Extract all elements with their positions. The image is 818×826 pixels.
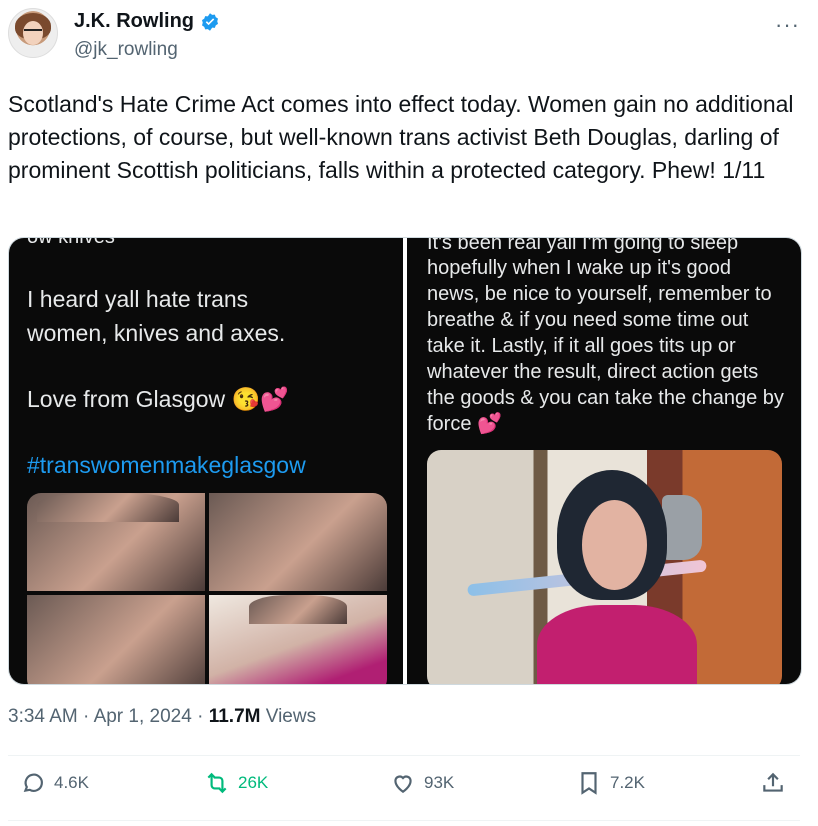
- reply-count: 4.6K: [54, 773, 89, 792]
- share-icon: [763, 772, 783, 792]
- left-line-2: women, knives and axes.: [27, 320, 286, 346]
- photo-cell: [27, 595, 205, 684]
- media-image-left[interactable]: ow knives I heard yall hate trans women,…: [9, 238, 403, 684]
- retweet-button[interactable]: 26K: [204, 770, 268, 796]
- author-handle[interactable]: @jk_rowling: [74, 39, 178, 61]
- divider: [8, 755, 800, 756]
- views-count: 11.7M: [208, 706, 261, 727]
- media-image-right[interactable]: It's been real yall I'm going to sleep h…: [407, 238, 801, 684]
- retweet-icon: [207, 772, 227, 794]
- bookmark-count: 7.2K: [610, 773, 645, 792]
- action-bar: 4.6K 26K 93K 7.2K: [8, 770, 800, 810]
- tweet-time[interactable]: 3:34 AM: [8, 706, 78, 727]
- right-photo: [427, 450, 782, 684]
- avatar-glasses: [24, 29, 42, 36]
- share-button[interactable]: [760, 770, 786, 796]
- reply-button[interactable]: 4.6K: [20, 770, 89, 796]
- left-photo-grid: [27, 493, 387, 684]
- more-options-icon[interactable]: ···: [775, 12, 800, 38]
- photo-cell: [209, 595, 387, 684]
- tweet-date[interactable]: Apr 1, 2024: [94, 706, 192, 727]
- verified-badge-icon: [202, 12, 218, 31]
- author-name[interactable]: J.K. Rowling: [74, 10, 194, 33]
- left-line-3-row: Love from Glasgow 😘💕: [27, 386, 289, 412]
- reply-icon: [23, 773, 43, 792]
- meta-separator: ·: [197, 706, 204, 727]
- tweet-text: Scotland's Hate Crime Act comes into eff…: [8, 91, 794, 183]
- left-top-cut-text: ow knives: [27, 238, 115, 250]
- tweet-meta: 3:34 AM · Apr 1, 2024 · 11.7M Views: [8, 706, 316, 728]
- divider: [8, 820, 800, 821]
- photo-cell: [209, 493, 387, 591]
- tweet-media[interactable]: ow knives I heard yall hate trans women,…: [8, 237, 802, 685]
- like-button[interactable]: 93K: [390, 770, 454, 796]
- meta-separator: ·: [83, 706, 90, 727]
- right-text: hopefully when I wake up it's good news,…: [427, 257, 784, 435]
- retweet-count: 26K: [238, 773, 269, 792]
- left-emoji: 😘💕: [231, 386, 289, 412]
- left-line-1: I heard yall hate trans: [27, 286, 249, 312]
- like-count: 93K: [424, 773, 455, 792]
- right-top-cut-text: It's been real yall I'm going to sleep: [427, 238, 739, 254]
- author-avatar[interactable]: [8, 8, 58, 58]
- views-label: Views: [265, 706, 317, 727]
- person-figure: [537, 470, 697, 684]
- photo-cell: [27, 493, 205, 591]
- left-hashtag: #transwomenmakeglasgow: [27, 452, 306, 478]
- left-line-3: Love from Glasgow: [27, 386, 226, 412]
- bookmark-button[interactable]: 7.2K: [576, 770, 645, 796]
- right-text-row: hopefully when I wake up it's good news,…: [427, 255, 787, 437]
- bookmark-icon: [581, 772, 597, 795]
- author-name-row[interactable]: J.K. Rowling: [74, 10, 220, 33]
- right-emoji: 💕: [477, 413, 502, 435]
- heart-icon: [394, 775, 412, 793]
